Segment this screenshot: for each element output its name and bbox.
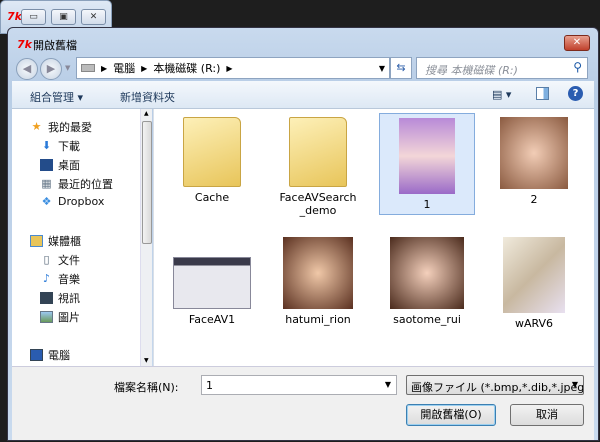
dropbox-icon: ❖ <box>41 194 52 208</box>
chevron-right-icon[interactable]: ▶ <box>226 64 232 73</box>
nav-recent-places[interactable]: ▦ 最近的位置 <box>40 176 113 192</box>
filename-label: 檔案名稱(N): <box>114 381 179 394</box>
close-button[interactable]: ✕ <box>81 9 106 25</box>
file-item-1[interactable]: 1 <box>379 113 475 215</box>
cancel-button[interactable]: 取消 <box>510 404 584 426</box>
scrollbar-thumb[interactable] <box>142 121 152 244</box>
nav-libraries[interactable]: 媒體櫃 <box>30 233 81 249</box>
chevron-down-icon[interactable]: ▼ <box>385 380 391 389</box>
image-thumbnail <box>500 117 568 189</box>
minimize-button[interactable]: ▭ <box>21 9 46 25</box>
file-item-faceav1[interactable]: FaceAV1 <box>164 237 260 326</box>
open-button[interactable]: 開啟舊檔(O) <box>406 404 496 426</box>
image-thumbnail <box>503 237 565 313</box>
image-thumbnail <box>390 237 464 309</box>
chevron-down-icon: ▼ <box>571 380 578 389</box>
folder-icon <box>183 117 241 187</box>
drive-icon <box>81 64 95 72</box>
file-item-cache[interactable]: Cache <box>164 117 260 204</box>
maximize-button[interactable]: ▣ <box>51 9 76 25</box>
nav-computer[interactable]: 電腦 <box>30 347 70 363</box>
folder-icon <box>289 117 347 187</box>
breadcrumb-computer[interactable]: 電腦 <box>113 60 135 76</box>
filename-input[interactable]: 1 ▼ <box>201 375 397 395</box>
new-folder-button[interactable]: 新增資料夾 <box>120 89 175 105</box>
libraries-icon <box>30 235 43 247</box>
nav-dropbox[interactable]: ❖ Dropbox <box>40 194 105 208</box>
nav-pictures[interactable]: 圖片 <box>40 309 80 325</box>
recent-places-icon: ▦ <box>41 177 52 190</box>
image-thumbnail <box>283 237 353 309</box>
scroll-up-icon[interactable]: ▲ <box>144 110 149 117</box>
recent-dropdown-icon[interactable]: ▼ <box>65 64 70 72</box>
search-input[interactable]: 搜尋 本機磁碟 (R:) ⚲ <box>416 57 588 79</box>
file-item-warv6[interactable]: wARV6 <box>486 237 582 330</box>
breadcrumb-drive[interactable]: 本機磁碟 (R:) <box>153 60 220 76</box>
app-logo: 7k <box>17 38 32 51</box>
star-icon: ★ <box>31 120 42 133</box>
search-icon[interactable]: ⚲ <box>573 60 582 74</box>
file-type-select[interactable]: 画像ファイル (*.bmp,*.dib,*.jpeg ▼ <box>406 375 584 395</box>
help-icon[interactable]: ? <box>568 86 583 101</box>
chevron-right-icon[interactable]: ▶ <box>141 64 147 73</box>
close-button[interactable]: ✕ <box>564 35 590 51</box>
document-icon: ▯ <box>43 253 50 266</box>
scroll-down-icon[interactable]: ▼ <box>144 357 149 364</box>
search-placeholder: 搜尋 本機磁碟 (R:) <box>425 64 518 77</box>
nav-documents[interactable]: ▯ 文件 <box>40 252 80 268</box>
nav-music[interactable]: ♪ 音樂 <box>40 271 80 287</box>
navigation-pane: ★ 我的最愛 ⬇ 下載 桌面 ▦ 最近的位置 ❖ Dropbox 媒體櫃 ▯ 文件 ♪ 音樂… <box>12 109 152 366</box>
open-file-dialog: 7k 開啟舊檔 ✕ ◀ ▶ ▼ ▶ 電腦 ▶ 本機磁碟 (R:) ▶ ▼ ⇆ 搜… <box>7 27 599 441</box>
image-thumbnail <box>399 118 455 194</box>
file-item-faceavsearch[interactable]: FaceAVSearch_demo <box>270 117 366 217</box>
bottom-panel: 檔案名稱(N): 1 ▼ 画像ファイル (*.bmp,*.dib,*.jpeg ▼ … <box>12 366 594 440</box>
view-options-icon[interactable]: ▤ ▾ <box>492 88 511 101</box>
download-icon: ⬇ <box>41 139 52 152</box>
image-thumbnail <box>173 257 251 309</box>
dialog-title: 開啟舊檔 <box>33 39 77 52</box>
desktop-icon <box>40 159 53 171</box>
pictures-icon <box>40 311 53 323</box>
refresh-button[interactable]: ⇆ <box>390 57 412 79</box>
computer-icon <box>30 349 43 361</box>
app-logo: 7k <box>7 10 22 23</box>
nav-scrollbar[interactable]: ▲ ▼ <box>140 109 152 366</box>
chevron-right-icon[interactable]: ▶ <box>101 64 107 73</box>
video-icon <box>40 292 53 304</box>
nav-videos[interactable]: 視訊 <box>40 290 80 306</box>
preview-pane-icon[interactable] <box>536 87 549 100</box>
file-item-hatumi-rion[interactable]: hatumi_rion <box>270 237 366 326</box>
file-list: Cache FaceAVSearch_demo 1 2 FaceAV1 hatu… <box>153 109 594 366</box>
toolbar: 組合管理 ▾ 新增資料夾 ▤ ▾ ? <box>12 81 594 109</box>
music-icon: ♪ <box>42 272 51 285</box>
nav-downloads[interactable]: ⬇ 下載 <box>40 138 80 154</box>
nav-desktop[interactable]: 桌面 <box>40 157 80 173</box>
file-item-saotome-rui[interactable]: saotome_rui <box>379 237 475 326</box>
back-button[interactable]: ◀ <box>16 58 38 80</box>
organize-button[interactable]: 組合管理 ▾ <box>30 89 83 105</box>
file-item-2[interactable]: 2 <box>486 117 582 206</box>
chevron-down-icon[interactable]: ▼ <box>379 64 385 73</box>
nav-favorites[interactable]: ★ 我的最愛 <box>30 119 92 135</box>
address-bar[interactable]: ▶ 電腦 ▶ 本機磁碟 (R:) ▶ ▼ <box>76 57 390 79</box>
forward-button[interactable]: ▶ <box>40 58 62 80</box>
